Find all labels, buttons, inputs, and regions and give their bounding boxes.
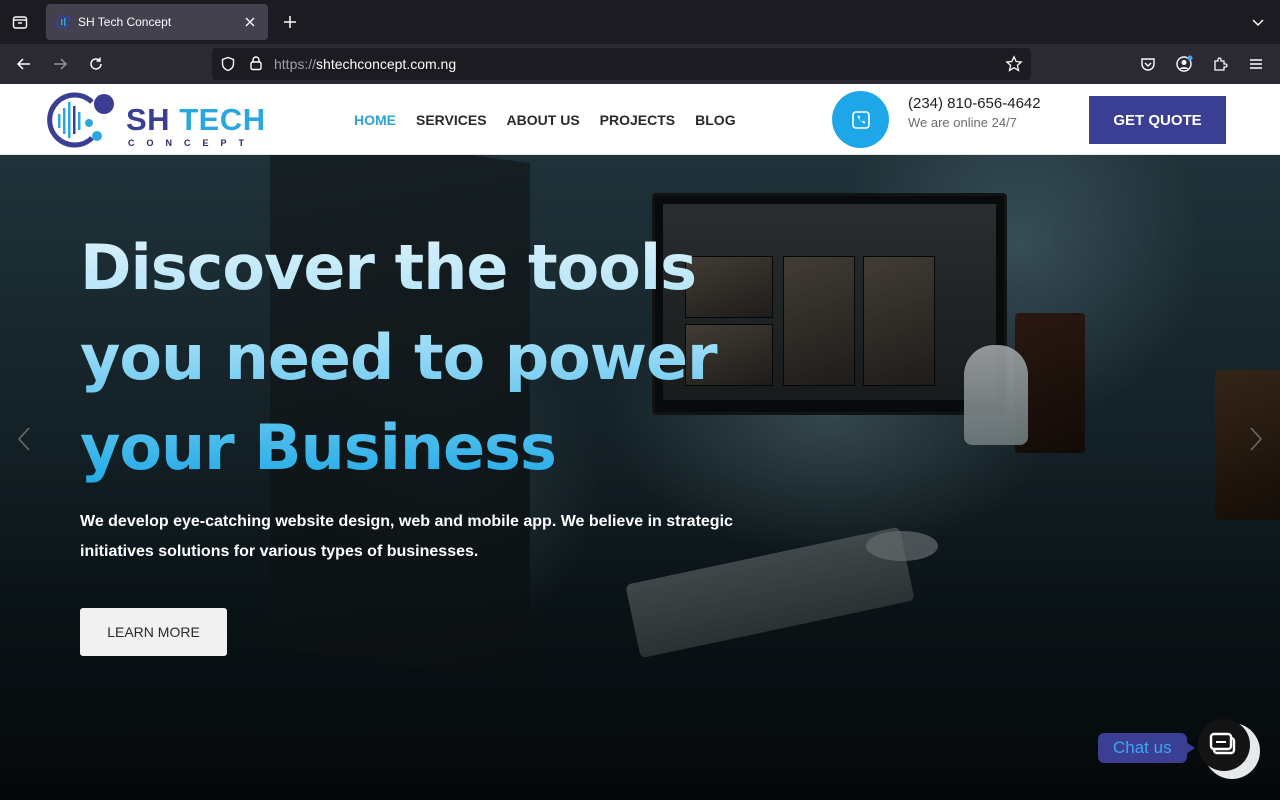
bookmark-star-icon[interactable]	[1005, 55, 1023, 78]
logo-text-sh: SH	[126, 102, 180, 137]
close-tab-icon[interactable]	[242, 14, 258, 30]
phone-icon-circle[interactable]	[832, 91, 889, 148]
logo-mark-icon	[47, 92, 114, 148]
browser-tab[interactable]: SH Tech Concept	[46, 4, 268, 40]
chat-button[interactable]	[1198, 719, 1250, 771]
new-tab-icon[interactable]	[280, 12, 300, 32]
slider-prev-icon[interactable]	[14, 425, 34, 453]
tab-list-icon[interactable]	[8, 10, 32, 34]
account-icon[interactable]	[1174, 54, 1194, 74]
extensions-icon[interactable]	[1210, 54, 1230, 74]
menu-item-home[interactable]: HOME	[354, 112, 396, 128]
hero-headline-line-1: Discover the tools	[80, 231, 696, 304]
hero-slider: Discover the tools you need to power you…	[0, 155, 1280, 800]
shield-icon[interactable]	[220, 56, 236, 77]
browser-nav-bar: https://shtechconcept.com.ng	[0, 44, 1280, 84]
get-quote-button[interactable]: GET QUOTE	[1089, 96, 1226, 144]
slider-next-icon[interactable]	[1246, 425, 1266, 453]
url-text: https://shtechconcept.com.ng	[274, 56, 456, 72]
tab-title: SH Tech Concept	[78, 15, 172, 29]
phone-number[interactable]: (234) 810-656-4642	[908, 95, 1041, 112]
logo-text: SH TECH	[126, 104, 266, 135]
url-scheme: https://	[274, 56, 317, 72]
site-header: SH TECH CONCEPT HOME SERVICES ABOUT US P…	[0, 84, 1280, 155]
menu-item-about-us[interactable]: ABOUT US	[507, 112, 580, 128]
menu-item-services[interactable]: SERVICES	[416, 112, 487, 128]
chevron-down-icon[interactable]	[1248, 12, 1268, 32]
url-bar[interactable]: https://shtechconcept.com.ng	[212, 48, 1031, 80]
browser-tab-bar: SH Tech Concept	[0, 0, 1280, 44]
hamburger-menu-icon[interactable]	[1246, 54, 1266, 74]
chat-bubble-icon	[1209, 732, 1236, 755]
hero-headline-line-3: your Business	[80, 411, 556, 484]
hero-headline-line-2: you need to power	[80, 321, 717, 394]
back-arrow-icon[interactable]	[14, 54, 34, 74]
menu-item-projects[interactable]: PROJECTS	[600, 112, 675, 128]
forward-arrow-icon[interactable]	[50, 54, 70, 74]
phone-icon	[851, 110, 870, 129]
reload-icon[interactable]	[86, 54, 106, 74]
learn-more-button[interactable]: LEARN MORE	[80, 608, 227, 656]
lock-icon[interactable]	[248, 55, 264, 76]
phone-availability: We are online 24/7	[908, 115, 1017, 130]
site-logo[interactable]: SH TECH CONCEPT	[42, 90, 272, 150]
main-menu: HOME SERVICES ABOUT US PROJECTS BLOG	[354, 112, 736, 128]
site-favicon-icon	[56, 15, 71, 29]
menu-item-blog[interactable]: BLOG	[695, 112, 735, 128]
pocket-icon[interactable]	[1138, 54, 1158, 74]
url-host: shtechconcept.com.ng	[316, 56, 457, 72]
hero-description: We develop eye-catching website design, …	[80, 513, 733, 560]
chat-us-label[interactable]: Chat us	[1098, 733, 1195, 763]
logo-subtext: CONCEPT	[128, 138, 257, 148]
logo-text-tech: TECH	[179, 102, 266, 137]
hero-headline: Discover the tools you need to power you…	[80, 223, 760, 493]
